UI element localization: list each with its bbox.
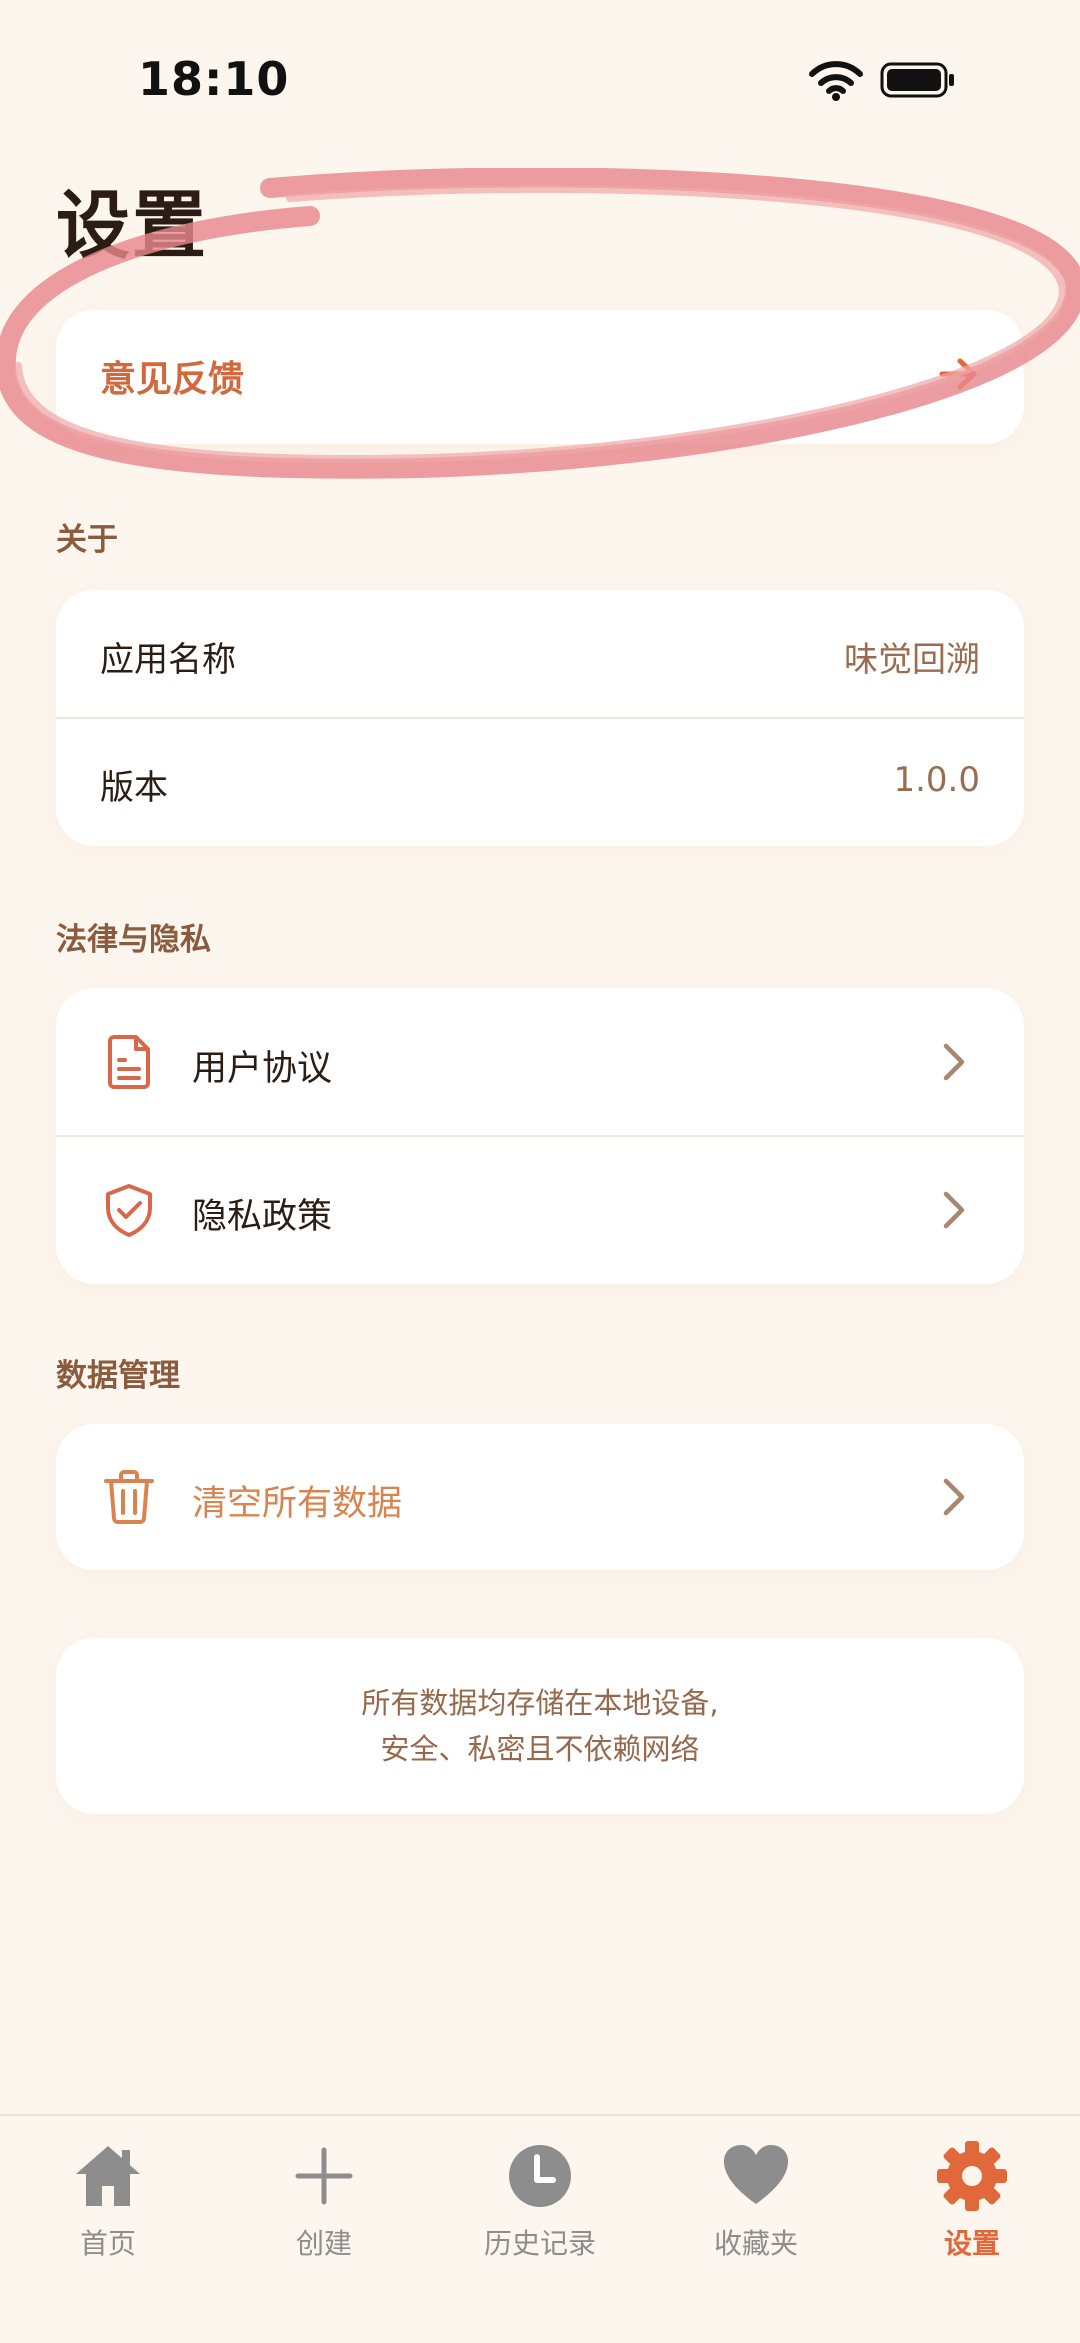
plus-icon [295, 2147, 353, 2205]
chevron-right-icon [943, 1191, 965, 1229]
home-icon [76, 2146, 140, 2206]
info-line-2: 安全、私密且不依赖网络 [380, 1732, 700, 1766]
app-name-row: 应用名称 味觉回溯 [56, 590, 1024, 718]
privacy-policy-label: 隐私政策 [192, 1197, 333, 1237]
info-line-1: 所有数据均存储在本地设备, [361, 1686, 719, 1720]
feedback-row[interactable]: 意见反馈 [56, 310, 1024, 444]
tab-create-label: 创建 [295, 2227, 352, 2260]
about-card: 应用名称 味觉回溯 版本 1.0.0 [56, 590, 1024, 846]
version-value: 1.0.0 [893, 760, 980, 800]
tab-favorites[interactable]: 收藏夹 [648, 2128, 864, 2278]
clear-data-row[interactable]: 清空所有数据 [56, 1424, 1024, 1570]
wifi-icon [809, 61, 863, 101]
chevron-right-icon [943, 1043, 965, 1081]
info-card: 所有数据均存储在本地设备, 安全、私密且不依赖网络 [56, 1638, 1024, 1814]
section-title-legal: 法律与隐私 [56, 922, 211, 958]
status-bar: 18:10 [0, 0, 1080, 150]
page-title: 设置 [56, 183, 208, 269]
trash-icon [104, 1470, 154, 1524]
tab-bar: 首页 创建 历史记录 收藏夹 设置 [0, 2114, 1080, 2343]
tab-home-label: 首页 [79, 2227, 136, 2260]
app-name-value: 味觉回溯 [844, 640, 980, 680]
user-agreement-row[interactable]: 用户协议 [56, 988, 1024, 1136]
privacy-policy-row[interactable]: 隐私政策 [56, 1136, 1024, 1284]
tab-history[interactable]: 历史记录 [432, 2128, 648, 2278]
chevron-right-icon [943, 1478, 965, 1516]
tab-home[interactable]: 首页 [0, 2128, 216, 2278]
tab-create[interactable]: 创建 [216, 2128, 432, 2278]
clear-data-label: 清空所有数据 [192, 1484, 403, 1524]
tab-settings[interactable]: 设置 [864, 2128, 1080, 2278]
clock-icon [509, 2145, 571, 2207]
document-icon [108, 1035, 150, 1089]
feedback-label: 意见反馈 [100, 359, 245, 400]
heart-icon [724, 2145, 788, 2204]
version-row: 版本 1.0.0 [56, 718, 1024, 846]
arrow-right-icon [939, 358, 977, 390]
app-name-label: 应用名称 [100, 640, 236, 680]
tab-favorites-label: 收藏夹 [713, 2227, 798, 2260]
section-title-about: 关于 [56, 522, 118, 558]
status-time: 18:10 [138, 52, 290, 106]
tab-settings-label: 设置 [943, 2227, 1000, 2260]
tab-history-label: 历史记录 [483, 2227, 596, 2260]
battery-icon [880, 62, 954, 98]
legal-card: 用户协议 隐私政策 [56, 988, 1024, 1284]
section-title-data: 数据管理 [56, 1358, 180, 1394]
version-label: 版本 [100, 768, 168, 808]
gear-icon [937, 2141, 1007, 2211]
user-agreement-label: 用户协议 [192, 1049, 333, 1089]
data-card: 清空所有数据 [56, 1424, 1024, 1570]
shield-check-icon [106, 1184, 152, 1237]
